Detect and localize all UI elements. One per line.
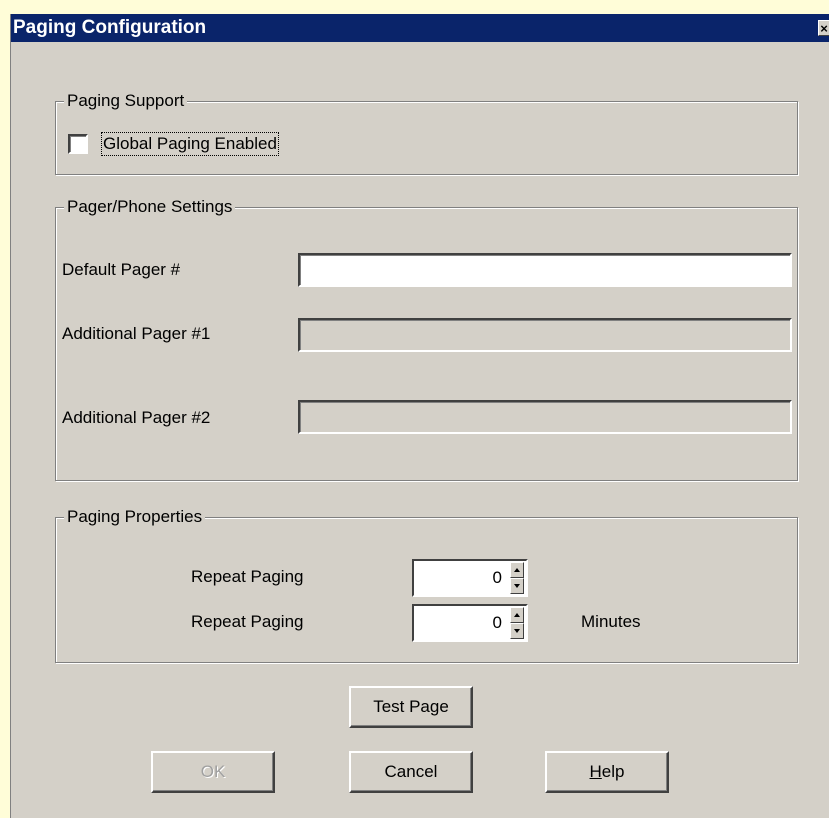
repeat-paging-label-2: Repeat Paging <box>191 612 304 631</box>
help-mnemonic: H <box>589 762 602 781</box>
additional-pager-2-input[interactable] <box>298 400 792 434</box>
paging-properties-group: Paging Properties Repeat Paging 0 Repeat… <box>55 507 798 663</box>
paging-support-legend: Paging Support <box>64 91 188 111</box>
spin-up-arrow-icon[interactable] <box>510 562 524 578</box>
spin-down-arrow-icon[interactable] <box>510 623 524 639</box>
title-bar[interactable]: Paging Configuration × <box>11 14 829 42</box>
global-paging-checkbox[interactable] <box>68 134 88 154</box>
help-button[interactable]: Help <box>545 751 669 793</box>
default-pager-input[interactable] <box>298 253 792 287</box>
spin-buttons-2 <box>510 607 524 639</box>
spin-up-arrow-icon[interactable] <box>510 607 524 623</box>
ok-button[interactable]: OK <box>151 751 275 793</box>
paging-support-group: Paging Support Global Paging Enabled <box>55 91 798 175</box>
additional-pager-1-label: Additional Pager #1 <box>62 324 211 343</box>
close-icon: × <box>820 20 828 36</box>
repeat-paging-spinner-2[interactable]: 0 <box>412 604 528 642</box>
window-title: Paging Configuration <box>13 17 207 38</box>
paging-properties-legend: Paging Properties <box>64 507 206 527</box>
repeat-paging-value-2[interactable]: 0 <box>493 613 502 633</box>
close-button[interactable]: × <box>818 20 829 36</box>
test-page-button[interactable]: Test Page <box>349 686 473 728</box>
repeat-paging-value-1[interactable]: 0 <box>493 568 502 588</box>
additional-pager-1-input[interactable] <box>298 318 792 352</box>
cancel-button[interactable]: Cancel <box>349 751 473 793</box>
paging-configuration-dialog: Paging Configuration × Paging Support Gl… <box>10 14 829 818</box>
repeat-paging-label-1: Repeat Paging <box>191 567 304 586</box>
help-label-rest: elp <box>601 762 625 781</box>
global-paging-label[interactable]: Global Paging Enabled <box>101 132 279 156</box>
default-pager-label: Default Pager # <box>62 260 181 279</box>
minutes-label: Minutes <box>581 612 641 631</box>
repeat-paging-spinner-1[interactable]: 0 <box>412 559 528 597</box>
pager-phone-settings-group: Pager/Phone Settings Default Pager # Add… <box>55 197 798 481</box>
additional-pager-2-label: Additional Pager #2 <box>62 408 211 427</box>
spin-buttons-1 <box>510 562 524 594</box>
pager-phone-settings-legend: Pager/Phone Settings <box>64 197 236 217</box>
spin-down-arrow-icon[interactable] <box>510 578 524 594</box>
